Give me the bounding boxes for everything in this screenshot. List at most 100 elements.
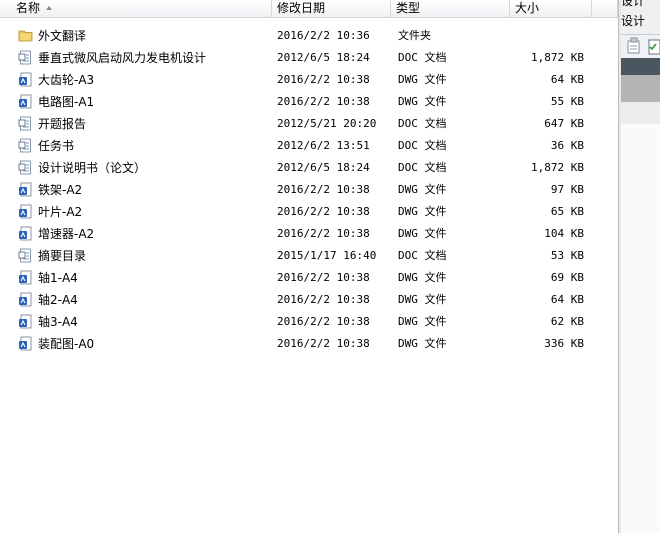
file-row[interactable]: 摘要目录 2015/1/17 16:40 DOC 文档 53 KB — [0, 245, 618, 267]
file-type: 文件夹 — [398, 29, 431, 42]
file-size: 55 KB — [550, 95, 584, 108]
column-header-name[interactable]: 名称 — [0, 0, 272, 17]
page-setup-icon[interactable] — [627, 37, 640, 54]
file-modified-date: 2012/6/2 13:51 — [277, 139, 370, 152]
file-modified-date: 2016/2/2 10:36 — [277, 29, 370, 42]
file-modified-date: 2012/5/21 20:20 — [277, 117, 377, 130]
column-header-extra[interactable] — [592, 0, 618, 17]
file-size: 64 KB — [550, 73, 584, 86]
file-type: DWG 文件 — [398, 73, 447, 86]
file-list-pane: 名称 修改日期 类型 大小 外文翻译 2016/2/2 10:36 文件夹垂直式微风… — [0, 0, 618, 533]
dwg-file-icon — [19, 204, 32, 219]
column-header-date[interactable]: 修改日期 — [272, 0, 391, 17]
file-row[interactable]: 轴3-A4 2016/2/2 10:38 DWG 文件 62 KB — [0, 311, 618, 333]
file-name: 开题报告 — [38, 117, 87, 131]
file-row[interactable]: 轴1-A4 2016/2/2 10:38 DWG 文件 69 KB — [0, 267, 618, 289]
file-row[interactable]: 电路图-A1 2016/2/2 10:38 DWG 文件 55 KB — [0, 91, 618, 113]
file-type: DWG 文件 — [398, 183, 447, 196]
side-panel-band — [621, 75, 660, 102]
dwg-file-icon — [19, 314, 32, 329]
file-row[interactable]: 开题报告 2012/5/21 20:20 DOC 文档 647 KB — [0, 113, 618, 135]
file-size: 62 KB — [550, 315, 584, 328]
file-size: 97 KB — [550, 183, 584, 196]
file-type: DOC 文档 — [398, 139, 447, 152]
file-modified-date: 2016/2/2 10:38 — [277, 73, 370, 86]
file-name: 外文翻译 — [38, 29, 87, 43]
column-header-date-label: 修改日期 — [277, 1, 326, 15]
file-type: DOC 文档 — [398, 161, 447, 174]
file-row[interactable]: 大齿轮-A3 2016/2/2 10:38 DWG 文件 64 KB — [0, 69, 618, 91]
column-header-size-label: 大小 — [515, 1, 540, 15]
file-name: 铁架-A2 — [38, 183, 83, 197]
sort-ascending-icon — [46, 6, 52, 10]
file-name: 设计说明书（论文） — [38, 161, 147, 175]
doc-file-icon — [18, 160, 31, 175]
file-modified-date: 2016/2/2 10:38 — [277, 315, 370, 328]
file-size: 647 KB — [544, 117, 584, 130]
dwg-file-icon — [19, 292, 32, 307]
file-explorer-window: 名称 修改日期 类型 大小 外文翻译 2016/2/2 10:36 文件夹垂直式微风… — [0, 0, 660, 533]
column-header-size[interactable]: 大小 — [510, 0, 592, 17]
file-row[interactable]: 垂直式微风启动风力发电机设计 2012/6/5 18:24 DOC 文档 1,872 … — [0, 47, 618, 69]
side-panel-strip — [621, 102, 660, 124]
doc-file-icon — [18, 116, 31, 131]
file-row[interactable]: 外文翻译 2016/2/2 10:36 文件夹 — [0, 25, 618, 47]
column-header-bar: 名称 修改日期 类型 大小 — [0, 0, 618, 18]
file-modified-date: 2012/6/5 18:24 — [277, 51, 370, 64]
folder-icon — [18, 30, 33, 42]
file-type: DWG 文件 — [398, 271, 447, 284]
file-row[interactable]: 任务书 2012/6/2 13:51 DOC 文档 36 KB — [0, 135, 618, 157]
doc-file-icon — [18, 50, 31, 65]
file-type: DWG 文件 — [398, 293, 447, 306]
side-panel-titlebar — [621, 58, 660, 75]
dwg-file-icon — [19, 72, 32, 87]
file-type: DOC 文档 — [398, 117, 447, 130]
file-modified-date: 2016/2/2 10:38 — [277, 271, 370, 284]
file-size: 1,872 KB — [531, 161, 584, 174]
file-name: 轴3-A4 — [38, 315, 78, 329]
side-toolbar — [621, 34, 660, 59]
file-type: DWG 文件 — [398, 205, 447, 218]
file-row[interactable]: 铁架-A2 2016/2/2 10:38 DWG 文件 97 KB — [0, 179, 618, 201]
file-size: 53 KB — [550, 249, 584, 262]
file-name: 装配图-A0 — [38, 337, 95, 351]
column-header-type[interactable]: 类型 — [391, 0, 510, 17]
file-type: DWG 文件 — [398, 95, 447, 108]
file-modified-date: 2016/2/2 10:38 — [277, 205, 370, 218]
checklist-icon[interactable] — [648, 39, 660, 55]
file-row[interactable]: 轴2-A4 2016/2/2 10:38 DWG 文件 64 KB — [0, 289, 618, 311]
side-toolbar-icons — [627, 37, 660, 55]
file-row[interactable]: 叶片-A2 2016/2/2 10:38 DWG 文件 65 KB — [0, 201, 618, 223]
dwg-file-icon — [19, 226, 32, 241]
column-header-type-label: 类型 — [396, 1, 421, 15]
side-panel-body — [621, 124, 660, 533]
file-size: 65 KB — [550, 205, 584, 218]
file-name: 增速器-A2 — [38, 227, 95, 241]
dwg-file-icon — [19, 270, 32, 285]
file-row[interactable]: 装配图-A0 2016/2/2 10:38 DWG 文件 336 KB — [0, 333, 618, 355]
file-row[interactable]: 增速器-A2 2016/2/2 10:38 DWG 文件 104 KB — [0, 223, 618, 245]
file-type: DWG 文件 — [398, 227, 447, 240]
file-list: 外文翻译 2016/2/2 10:36 文件夹垂直式微风启动风力发电机设计 2012/… — [0, 25, 618, 355]
file-size: 1,872 KB — [531, 51, 584, 64]
dwg-file-icon — [19, 336, 32, 351]
file-name: 大齿轮-A3 — [38, 73, 95, 87]
file-name: 摘要目录 — [38, 249, 87, 263]
file-name: 电路图-A1 — [38, 95, 95, 109]
doc-file-icon — [18, 138, 31, 153]
file-name: 垂直式微风启动风力发电机设计 — [38, 51, 207, 65]
file-size: 69 KB — [550, 271, 584, 284]
file-size: 64 KB — [550, 293, 584, 306]
file-row[interactable]: 设计说明书（论文） 2012/6/5 18:24 DOC 文档 1,872 KB — [0, 157, 618, 179]
file-modified-date: 2016/2/2 10:38 — [277, 95, 370, 108]
file-size: 104 KB — [544, 227, 584, 240]
file-size: 36 KB — [550, 139, 584, 152]
file-name: 轴2-A4 — [38, 293, 78, 307]
file-type: DOC 文档 — [398, 249, 447, 262]
file-modified-date: 2016/2/2 10:38 — [277, 227, 370, 240]
side-panel: 设计 设计 — [621, 0, 660, 533]
file-type: DWG 文件 — [398, 315, 447, 328]
side-panel-text-1: 设计 — [621, 0, 646, 8]
file-type: DOC 文档 — [398, 51, 447, 64]
file-modified-date: 2016/2/2 10:38 — [277, 337, 370, 350]
